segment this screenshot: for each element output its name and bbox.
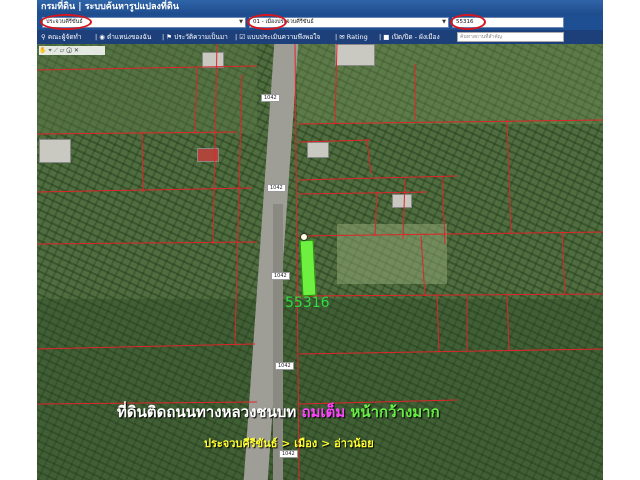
annotation-circle [40,14,92,30]
annotation-circle [247,14,287,30]
marker-icon[interactable]: ⌖ [48,47,51,54]
parcel-pin-icon[interactable] [300,233,308,241]
road-label: 1042 [267,184,286,192]
landmark-search-input[interactable]: ค้นหาสถานที่สำคัญ [457,32,564,42]
chevron-down-icon: ▼ [239,19,243,25]
app-window: กรมที่ดิน | ระบบค้นหารูปแปลงที่ดิน ประจว… [37,0,603,480]
headline-filled: ถมเต็ม [301,403,346,421]
window-title: กรมที่ดิน | ระบบค้นหารูปแปลงที่ดิน [37,0,603,15]
menu-item-survey[interactable]: | ☑ แบบประเมินความพึงพอใจ [235,30,320,44]
location-path: ประจวบคีรีขันธ์ > เมือง > อ่าวน้อย [204,437,374,450]
menu-item-history[interactable]: | ⚑ ประวัติความเป็นมา [162,30,228,44]
chevron-down-icon: ▼ [442,19,446,25]
map-toolbar: ✋ ⌖ ⟋ ▱ ⓘ ✕ [39,46,105,55]
annotation-circle [450,14,486,30]
road-label: 1042 [261,94,280,102]
measure-line-icon[interactable]: ⟋ [54,47,58,54]
highlighted-parcel[interactable] [299,239,317,297]
headline-wide-frontage: หน้ากว้างมาก [350,403,440,421]
road-label: 1042 [271,272,290,280]
satellite-map[interactable]: ✋ ⌖ ⟋ ▱ ⓘ ✕ 1042 1042 1042 1042 1042 553… [37,44,603,480]
parcel-number-label: 55316 [285,295,330,311]
menu-item-rating[interactable]: | ✉ Rating [335,30,368,44]
road-label: 1042 [275,362,294,370]
menu-item-team[interactable]: ⚲ คณะผู้จัดทำ [41,30,81,44]
measure-area-icon[interactable]: ▱ [60,47,65,54]
menu-item-city-plan[interactable]: | ■ เปิด/ปิด - ผังเมือง [379,30,440,44]
clear-icon[interactable]: ✕ [74,47,79,54]
info-icon[interactable]: ⓘ [66,47,72,54]
pan-icon[interactable]: ✋ [39,47,46,54]
selector-bar: ประจวบคีรีขันธ์ ▼ 01 - เมืองประจวบคีรีขั… [37,14,603,30]
menu-item-my-location[interactable]: | ◉ ตำแหน่งของฉัน [95,30,151,44]
menu-bar: ⚲ คณะผู้จัดทำ | ◉ ตำแหน่งของฉัน | ⚑ ประว… [37,30,603,44]
headline-main: ที่ดินติดถนนทางหลวงชนบท [117,403,297,421]
promo-headline: ที่ดินติดถนนทางหลวงชนบท ถมเต็ม หน้ากว้าง… [117,400,440,424]
